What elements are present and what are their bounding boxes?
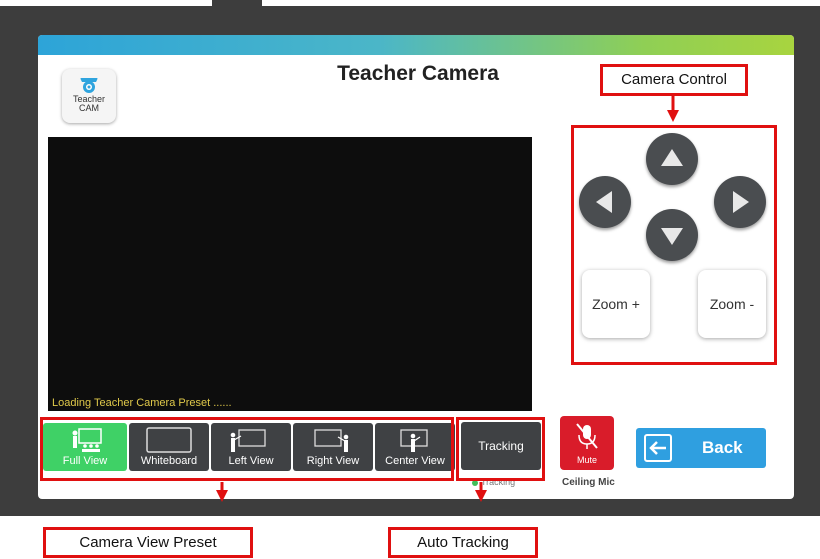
arrow-down-icon [667, 96, 679, 122]
screenshot-root: Teacher CAM Teacher Camera Loading Teach… [0, 0, 820, 559]
arrow-down-icon [216, 482, 228, 502]
arrow-down-icon [475, 482, 487, 502]
annotation-arrows [216, 96, 679, 502]
